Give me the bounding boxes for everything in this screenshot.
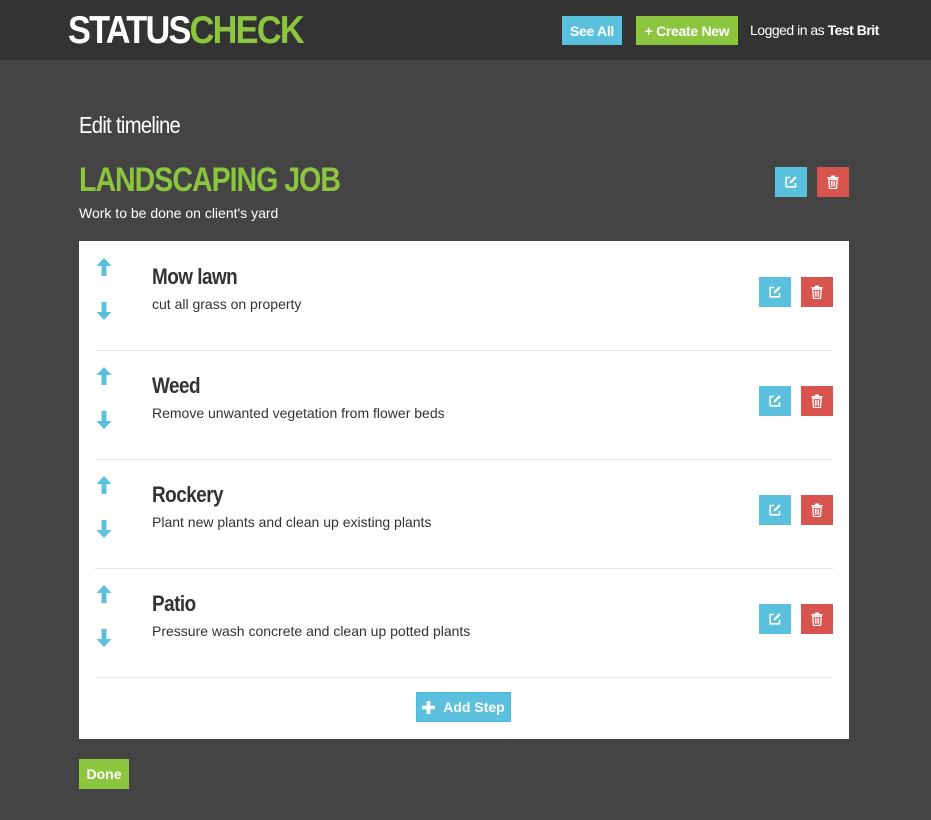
move-up-button[interactable] (95, 584, 113, 604)
page-title: Edit timeline (79, 112, 181, 138)
edit-icon (769, 286, 781, 298)
move-up-button[interactable] (95, 475, 113, 495)
done-button[interactable]: Done (79, 759, 129, 789)
brand-logo-check: CHECK (189, 9, 305, 52)
move-down-button[interactable] (95, 410, 113, 430)
step-title: Rockery (152, 482, 224, 507)
edit-step-button[interactable] (759, 277, 791, 307)
arrow-down-icon (96, 302, 112, 320)
move-down-button[interactable] (95, 301, 113, 321)
edit-step-button[interactable] (759, 495, 791, 525)
navbar: STATUSCHECK See All + Create New Logged … (0, 0, 931, 60)
step-item: Mow lawn cut all grass on property (95, 241, 833, 351)
delete-step-button[interactable] (801, 604, 833, 634)
edit-icon (785, 176, 797, 188)
logged-in-prefix: Logged in as (750, 22, 825, 38)
see-all-button[interactable]: See All (562, 16, 622, 45)
edit-step-button[interactable] (759, 604, 791, 634)
arrow-down-icon (96, 411, 112, 429)
add-step-button[interactable]: Add Step (416, 692, 511, 722)
add-step-label: Add Step (443, 699, 505, 715)
user-name: Test Brit (827, 22, 880, 38)
step-item: Weed Remove unwanted vegetation from flo… (95, 350, 833, 460)
logged-in-status: Logged in as Test Brit (750, 20, 879, 40)
edit-icon (769, 613, 781, 625)
edit-step-button[interactable] (759, 386, 791, 416)
trash-icon (811, 394, 823, 408)
move-up-button[interactable] (95, 257, 113, 277)
job-title: LANDSCAPING JOB (79, 161, 341, 199)
delete-step-button[interactable] (801, 495, 833, 525)
arrow-up-icon (96, 367, 112, 385)
move-down-button[interactable] (95, 628, 113, 648)
arrow-up-icon (96, 476, 112, 494)
trash-icon (811, 285, 823, 299)
step-description: cut all grass on property (152, 296, 302, 312)
edit-icon (769, 504, 781, 516)
brand-logo[interactable]: STATUSCHECK (68, 8, 305, 54)
move-up-button[interactable] (95, 366, 113, 386)
step-item: Patio Pressure wash concrete and clean u… (95, 568, 833, 678)
trash-icon (811, 612, 823, 626)
delete-job-button[interactable] (817, 167, 849, 197)
edit-job-button[interactable] (775, 167, 807, 197)
step-title: Weed (152, 373, 201, 398)
step-title: Mow lawn (152, 264, 238, 289)
arrow-down-icon (96, 520, 112, 538)
delete-step-button[interactable] (801, 386, 833, 416)
trash-icon (827, 175, 839, 189)
edit-icon (769, 395, 781, 407)
step-description: Plant new plants and clean up existing p… (152, 514, 432, 530)
step-item: Rockery Plant new plants and clean up ex… (95, 459, 833, 569)
plus-icon (422, 700, 436, 714)
step-description: Remove unwanted vegetation from flower b… (152, 405, 445, 421)
arrow-up-icon (96, 585, 112, 603)
job-description: Work to be done on client's yard (79, 205, 279, 221)
steps-panel: Mow lawn cut all grass on property Weed … (79, 241, 849, 739)
brand-logo-status: STATUS (68, 9, 191, 52)
arrow-up-icon (96, 258, 112, 276)
move-down-button[interactable] (95, 519, 113, 539)
step-description: Pressure wash concrete and clean up pott… (152, 623, 471, 639)
arrow-down-icon (96, 629, 112, 647)
delete-step-button[interactable] (801, 277, 833, 307)
create-new-button[interactable]: + Create New (636, 16, 738, 45)
trash-icon (811, 503, 823, 517)
step-title: Patio (152, 591, 196, 616)
